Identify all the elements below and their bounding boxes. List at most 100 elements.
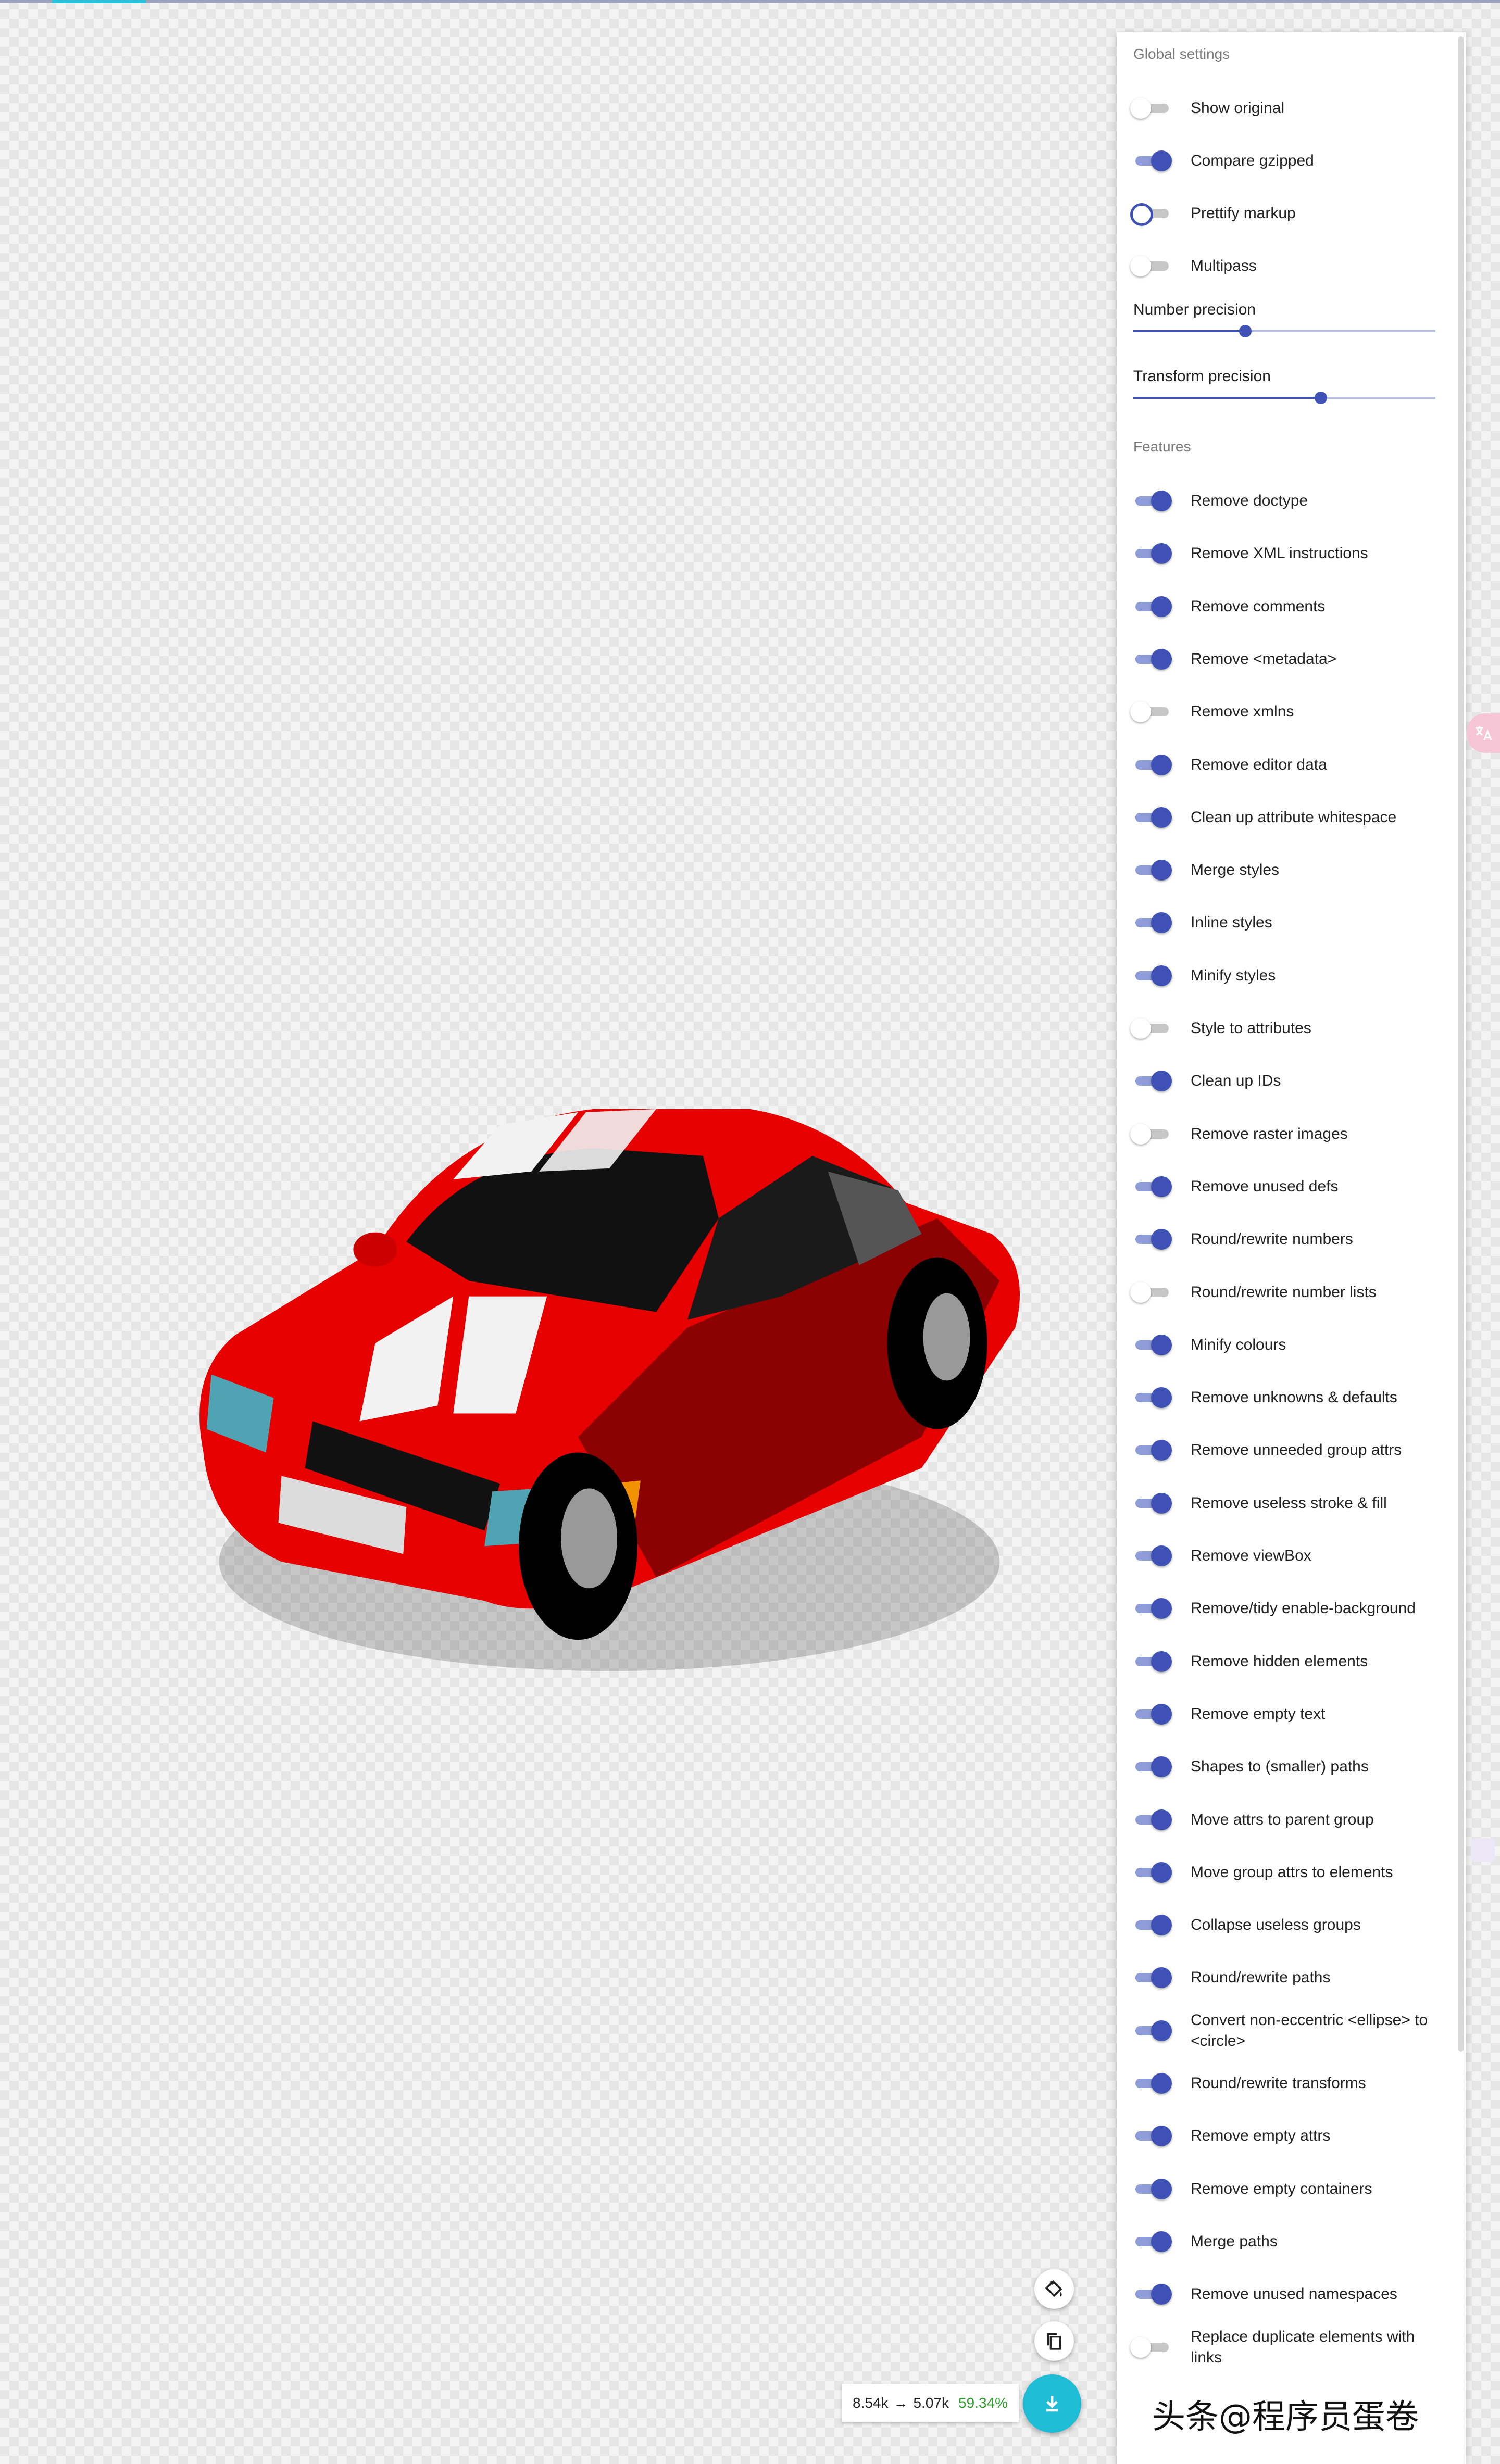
feature-row[interactable]: Convert non-eccentric <ellipse> to <circ… <box>1117 2005 1450 2057</box>
slider-thumb[interactable] <box>1315 392 1327 404</box>
global-setting-row[interactable]: Prettify markup <box>1117 187 1450 240</box>
feature-toggle[interactable] <box>1132 491 1172 511</box>
feature-toggle[interactable] <box>1132 1756 1172 1778</box>
global-setting-toggle[interactable] <box>1130 98 1172 119</box>
feature-toggle[interactable] <box>1132 860 1172 881</box>
transform-precision-slider[interactable]: Transform precision <box>1133 368 1435 404</box>
feature-toggle[interactable] <box>1132 2178 1172 2199</box>
feature-row[interactable]: Remove unknowns & defaults <box>1117 1372 1450 1424</box>
feature-row[interactable]: Remove hidden elements <box>1117 1636 1450 1688</box>
feature-row[interactable]: Remove comments <box>1117 581 1450 633</box>
slider-thumb[interactable] <box>1239 325 1252 337</box>
download-button[interactable] <box>1023 2374 1081 2433</box>
toggle-knob <box>1151 1071 1172 1092</box>
feature-toggle[interactable] <box>1130 2336 1172 2358</box>
paint-button[interactable] <box>1034 2269 1074 2309</box>
settings-scrollbar[interactable] <box>1458 36 1464 2052</box>
global-setting-row[interactable]: Multipass <box>1117 240 1450 292</box>
feature-toggle[interactable] <box>1132 543 1172 564</box>
slider-fill <box>1133 397 1321 399</box>
feature-row[interactable]: Shapes to (smaller) paths <box>1117 1741 1450 1793</box>
feature-row[interactable]: Remove doctype <box>1117 475 1450 527</box>
feature-toggle[interactable] <box>1132 1387 1172 1409</box>
feature-row[interactable]: Remove XML instructions <box>1117 527 1450 580</box>
feature-toggle[interactable] <box>1132 754 1172 775</box>
feature-toggle[interactable] <box>1132 596 1172 617</box>
feature-row[interactable]: Collapse useless groups <box>1117 1899 1450 1951</box>
feature-toggle[interactable] <box>1130 701 1172 723</box>
feature-row[interactable]: Remove unused namespaces <box>1117 2268 1450 2320</box>
feature-row[interactable]: Remove useless stroke & fill <box>1117 1477 1450 1529</box>
feature-toggle[interactable] <box>1132 1176 1172 1197</box>
toggle-knob <box>1151 912 1172 934</box>
feature-toggle[interactable] <box>1132 1492 1172 1514</box>
feature-row[interactable]: Remove raster images <box>1117 1108 1450 1160</box>
feature-row[interactable]: Round/rewrite number lists <box>1117 1266 1450 1318</box>
feature-row[interactable]: Style to attributes <box>1117 1002 1450 1054</box>
feature-row[interactable]: Round/rewrite transforms <box>1117 2057 1450 2109</box>
feature-row[interactable]: Remove viewBox <box>1117 1530 1450 1582</box>
global-setting-toggle[interactable] <box>1130 256 1172 276</box>
feature-toggle[interactable] <box>1132 1229 1172 1250</box>
feature-toggle[interactable] <box>1132 912 1172 934</box>
toggle-knob <box>1151 965 1172 986</box>
feature-toggle[interactable] <box>1132 1334 1172 1355</box>
feature-row[interactable]: Inline styles <box>1117 897 1450 949</box>
feature-row[interactable]: Minify colours <box>1117 1319 1450 1371</box>
feature-toggle[interactable] <box>1132 1598 1172 1619</box>
toggle-knob <box>1151 1651 1172 1672</box>
number-precision-slider[interactable]: Number precision <box>1133 301 1435 337</box>
feature-toggle[interactable] <box>1132 1915 1172 1936</box>
feature-toggle[interactable] <box>1132 2020 1172 2041</box>
feature-toggle[interactable] <box>1132 2231 1172 2252</box>
feature-toggle[interactable] <box>1130 1123 1172 1145</box>
feature-toggle[interactable] <box>1132 648 1172 670</box>
arrow-icon: → <box>893 2395 908 2411</box>
feature-row[interactable]: Move attrs to parent group <box>1117 1794 1450 1846</box>
feature-toggle[interactable] <box>1132 1703 1172 1725</box>
global-setting-label: Prettify markup <box>1191 205 1296 222</box>
feature-toggle[interactable] <box>1132 1809 1172 1830</box>
feature-row[interactable]: Round/rewrite numbers <box>1117 1213 1450 1265</box>
side-extension-button[interactable] <box>1471 1838 1495 1862</box>
global-setting-toggle[interactable] <box>1130 203 1172 226</box>
feature-row[interactable]: Merge paths <box>1117 2216 1450 2268</box>
feature-row[interactable]: Round/rewrite paths <box>1117 1952 1450 2004</box>
feature-toggle[interactable] <box>1132 2073 1172 2094</box>
feature-row[interactable]: Remove unused defs <box>1117 1161 1450 1213</box>
feature-row[interactable]: Remove empty text <box>1117 1688 1450 1740</box>
feature-row[interactable]: Remove/tidy enable-background <box>1117 1582 1450 1635</box>
feature-row[interactable]: Merge styles <box>1117 844 1450 896</box>
feature-toggle[interactable] <box>1130 1018 1172 1039</box>
feature-toggle[interactable] <box>1132 1967 1172 1989</box>
feature-toggle[interactable] <box>1130 1281 1172 1303</box>
translate-extension-tab[interactable] <box>1467 713 1500 753</box>
feature-row[interactable]: Remove empty containers <box>1117 2163 1450 2215</box>
copy-button[interactable] <box>1034 2321 1074 2361</box>
toggle-knob <box>1151 860 1172 881</box>
feature-toggle[interactable] <box>1132 1651 1172 1672</box>
global-setting-row[interactable]: Compare gzipped <box>1117 135 1450 187</box>
feature-row[interactable]: Remove editor data <box>1117 739 1450 791</box>
feature-toggle[interactable] <box>1132 2126 1172 2147</box>
global-setting-toggle[interactable] <box>1132 150 1172 171</box>
feature-toggle[interactable] <box>1132 1440 1172 1461</box>
global-setting-row[interactable]: Show original <box>1117 82 1450 134</box>
feature-row[interactable]: Move group attrs to elements <box>1117 1846 1450 1899</box>
feature-row[interactable]: Minify styles <box>1117 950 1450 1002</box>
feature-toggle[interactable] <box>1132 1545 1172 1566</box>
toggle-knob <box>1151 2020 1172 2041</box>
feature-row[interactable]: Remove unneeded group attrs <box>1117 1424 1450 1476</box>
feature-toggle[interactable] <box>1132 1071 1172 1092</box>
feature-toggle[interactable] <box>1132 2284 1172 2305</box>
feature-row[interactable]: Clean up IDs <box>1117 1055 1450 1107</box>
feature-row[interactable]: Remove xmlns <box>1117 686 1450 738</box>
feature-row[interactable]: Replace duplicate elements with links <box>1117 2321 1450 2373</box>
feature-toggle[interactable] <box>1132 965 1172 986</box>
feature-toggle[interactable] <box>1132 807 1172 828</box>
feature-row[interactable]: Remove <metadata> <box>1117 633 1450 685</box>
feature-toggle[interactable] <box>1132 1862 1172 1883</box>
feature-row[interactable]: Clean up attribute whitespace <box>1117 791 1450 844</box>
original-size: 8.54k <box>853 2395 889 2411</box>
feature-row[interactable]: Remove empty attrs <box>1117 2110 1450 2162</box>
